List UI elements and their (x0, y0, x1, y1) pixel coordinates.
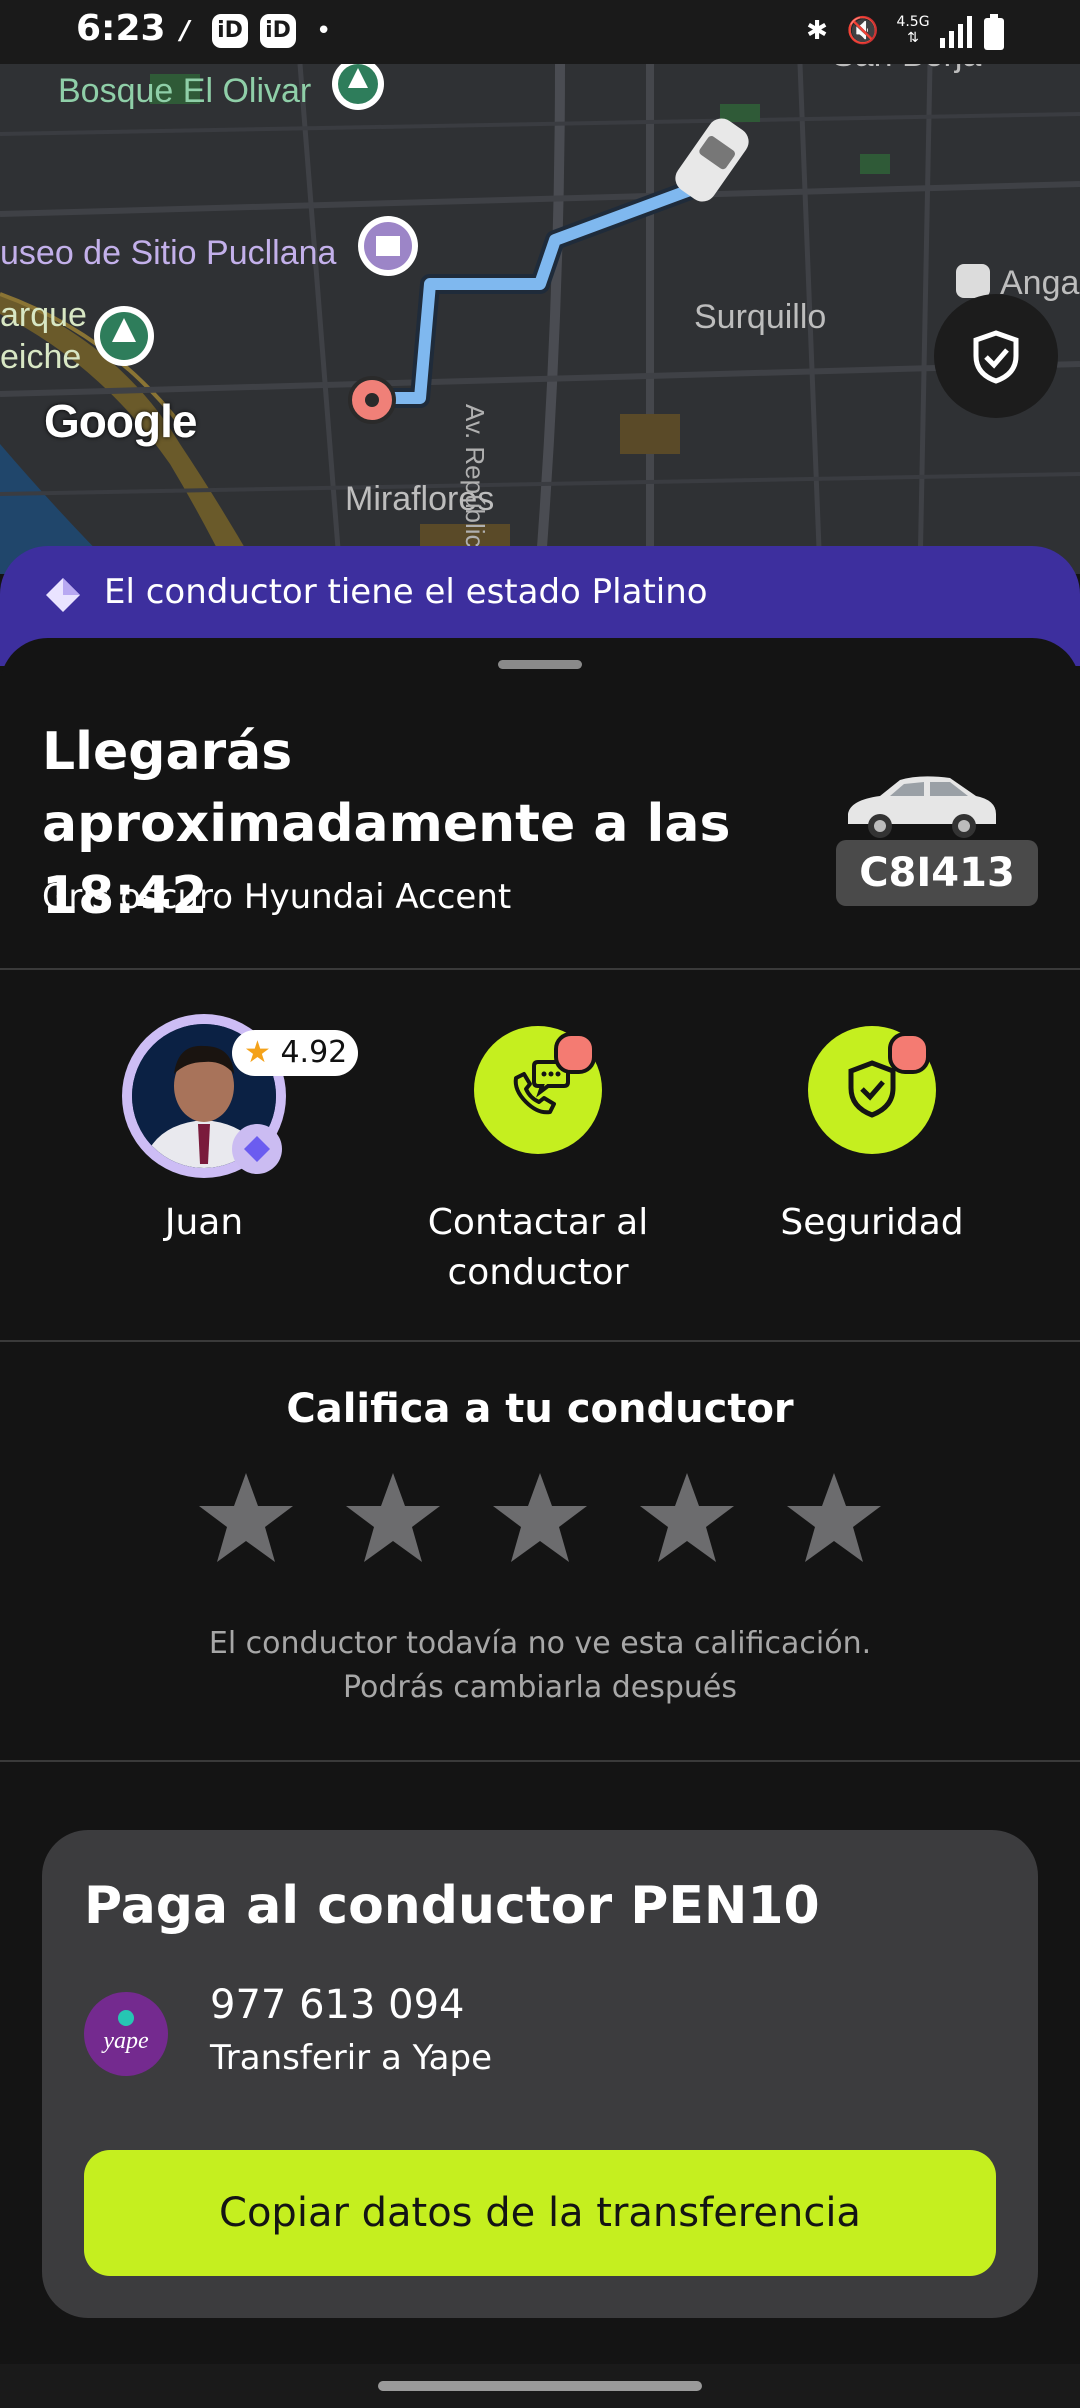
rating-star-5[interactable] (784, 1468, 884, 1568)
driver-rating-chip: ★ 4.92 (232, 1030, 358, 1076)
platinum-status-text: El conductor tiene el estado Platino (104, 572, 708, 612)
divider (0, 1340, 1080, 1342)
rating-star-1[interactable] (196, 1468, 296, 1568)
payment-method: Transferir a Yape (210, 2038, 493, 2078)
map-label-san-borja: San Borja (832, 64, 981, 75)
security-label: Seguridad (780, 1202, 964, 1243)
network-4-5g-icon: 4.5G ⇅ (896, 14, 930, 46)
app-id-icon: iD (260, 14, 296, 48)
payment-title: Paga al conductor PEN10 (84, 1876, 820, 1936)
rating-note: El conductor todavía no ve esta califica… (0, 1622, 1080, 1710)
driver-rating: 4.92 (280, 1035, 348, 1070)
map-label-bosque: Bosque El Olivar (58, 72, 312, 110)
platinum-badge (232, 1124, 282, 1174)
sheet-drag-handle[interactable] (498, 660, 582, 669)
mute-icon: 🔇 (846, 16, 880, 46)
map-label-surquillo: Surquillo (694, 298, 827, 336)
yape-logo: yape (84, 1992, 168, 2076)
home-gesture-handle[interactable] (378, 2381, 702, 2391)
car-image (848, 776, 996, 838)
license-plate: C8I413 (836, 840, 1038, 906)
contact-driver-label: Contactar al conductor (427, 1202, 649, 1293)
map-label-parque: arque (0, 296, 87, 334)
dot-icon: • (316, 16, 332, 46)
payment-phone: 977 613 094 (210, 1982, 465, 2028)
star-icon: ★ (244, 1035, 271, 1070)
rating-star-4[interactable] (637, 1468, 737, 1568)
yape-logo-icon: yape (101, 2010, 149, 2054)
battery-icon (984, 14, 1004, 50)
bluetooth-icon: ✱ (806, 16, 828, 46)
map-streets (0, 64, 1080, 574)
map[interactable]: Bosque El Olivar useo de Sitio Pucllana … (0, 64, 1080, 574)
copy-transfer-button[interactable]: Copiar datos de la transferencia (84, 2150, 996, 2276)
status-bar: 6:23 / iD iD • ✱ 🔇 4.5G ⇅ (0, 0, 1080, 64)
diamond-icon (244, 1136, 270, 1162)
rating-note-line-2: Podrás cambiarla después (342, 1670, 738, 1705)
shield-check-icon (973, 330, 1019, 384)
shield-check-icon (848, 1060, 896, 1118)
yape-logo-text: yape (101, 2028, 149, 2054)
divider (0, 968, 1080, 970)
rating-star-2[interactable] (343, 1468, 443, 1568)
driver-name: Juan (164, 1202, 244, 1243)
signal-icon (940, 16, 972, 48)
map-label-museo: useo de Sitio Pucllana (0, 234, 337, 272)
app-notification-icon: / (180, 16, 190, 46)
app-id-icon: iD (212, 14, 248, 48)
status-time: 6:23 (76, 8, 166, 49)
rating-note-line-1: El conductor todavía no ve esta califica… (208, 1626, 872, 1661)
google-attribution: Google (44, 395, 197, 447)
map-label-parque-b: eiche (0, 338, 82, 376)
car-description: Gris oscuro Hyundai Accent (42, 877, 512, 917)
rate-driver-title: Califica a tu conductor (286, 1386, 794, 1432)
diamond-icon (46, 578, 80, 612)
divider (0, 1760, 1080, 1762)
safety-shield-button[interactable] (934, 294, 1058, 418)
rating-star-3[interactable] (490, 1468, 590, 1568)
notification-dot (888, 1032, 930, 1074)
notification-dot (554, 1032, 596, 1074)
